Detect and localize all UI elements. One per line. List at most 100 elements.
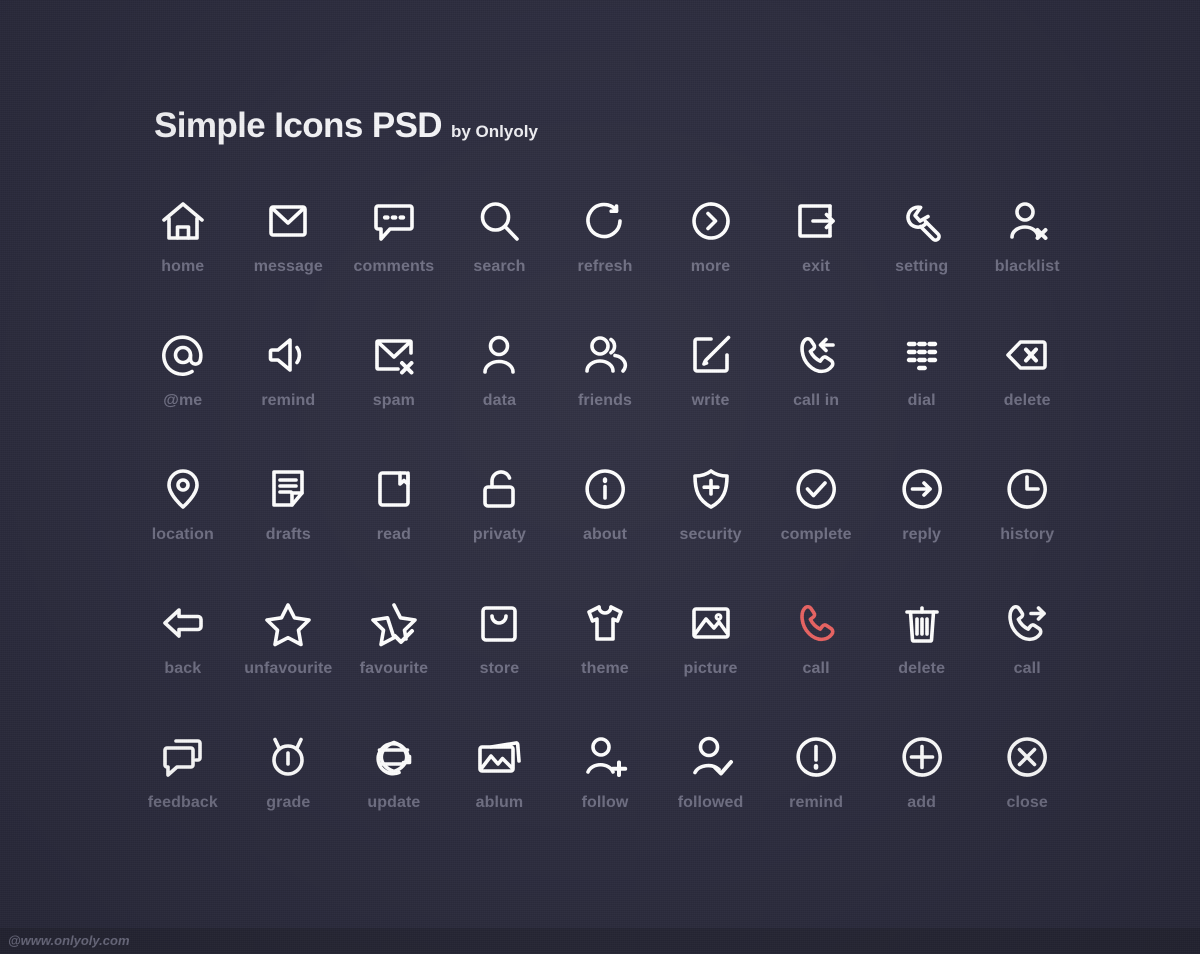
keypad-icon[interactable]	[898, 324, 946, 386]
icon-cell-call[interactable]: call	[763, 592, 869, 726]
pencil-square-icon[interactable]	[687, 324, 735, 386]
exit-arrow-box-icon[interactable]	[792, 190, 840, 252]
icon-cell-write[interactable]: write	[658, 324, 764, 458]
info-circle-icon[interactable]	[581, 458, 629, 520]
icon-cell-home[interactable]: home	[130, 190, 236, 324]
icon-label: comments	[353, 258, 435, 275]
icon-cell-friends[interactable]: friends	[552, 324, 658, 458]
star-icon[interactable]	[264, 592, 312, 654]
icon-label: picture	[683, 660, 738, 677]
icon-cell-setting[interactable]: setting	[869, 190, 975, 324]
backspace-icon[interactable]	[1003, 324, 1051, 386]
person-icon[interactable]	[475, 324, 523, 386]
icon-cell-ablum[interactable]: ablum	[447, 726, 553, 860]
icon-label: location	[151, 526, 214, 543]
icon-cell-delete[interactable]: delete	[869, 592, 975, 726]
chevron-right-circle-icon[interactable]	[687, 190, 735, 252]
icon-cell-complete[interactable]: complete	[763, 458, 869, 592]
people-icon[interactable]	[581, 324, 629, 386]
icon-cell--me[interactable]: @me	[130, 324, 236, 458]
icon-cell-call-in[interactable]: call in	[763, 324, 869, 458]
alarm-clock-icon[interactable]	[264, 726, 312, 788]
exclamation-circle-icon[interactable]	[792, 726, 840, 788]
icon-cell-location[interactable]: location	[130, 458, 236, 592]
phone-incoming-icon[interactable]	[792, 324, 840, 386]
back-arrow-icon[interactable]	[159, 592, 207, 654]
globe-refresh-icon[interactable]	[370, 726, 418, 788]
speaker-icon[interactable]	[264, 324, 312, 386]
icon-cell-store[interactable]: store	[447, 592, 553, 726]
icon-cell-privaty[interactable]: privaty	[447, 458, 553, 592]
shield-plus-icon[interactable]	[687, 458, 735, 520]
icon-cell-update[interactable]: update	[341, 726, 447, 860]
icon-cell-search[interactable]: search	[447, 190, 553, 324]
envelope-icon[interactable]	[264, 190, 312, 252]
double-chat-icon[interactable]	[159, 726, 207, 788]
icon-label: call in	[793, 392, 840, 409]
document-lines-icon[interactable]	[264, 458, 312, 520]
icon-cell-comments[interactable]: comments	[341, 190, 447, 324]
icon-label: setting	[895, 258, 949, 275]
icon-cell-spam[interactable]: spam	[341, 324, 447, 458]
icon-cell-about[interactable]: about	[552, 458, 658, 592]
icon-cell-call[interactable]: call	[974, 592, 1080, 726]
icon-cell-delete[interactable]: delete	[974, 324, 1080, 458]
person-plus-icon[interactable]	[581, 726, 629, 788]
icon-cell-back[interactable]: back	[130, 592, 236, 726]
at-sign-icon[interactable]	[159, 324, 207, 386]
icon-cell-security[interactable]: security	[658, 458, 764, 592]
icon-cell-unfavourite[interactable]: unfavourite	[236, 592, 342, 726]
icon-cell-follow[interactable]: follow	[552, 726, 658, 860]
home-icon[interactable]	[159, 190, 207, 252]
clock-icon[interactable]	[1003, 458, 1051, 520]
icon-cell-more[interactable]: more	[658, 190, 764, 324]
x-circle-icon[interactable]	[1003, 726, 1051, 788]
icon-cell-followed[interactable]: followed	[658, 726, 764, 860]
arrow-right-circle-icon[interactable]	[898, 458, 946, 520]
person-check-icon[interactable]	[687, 726, 735, 788]
phone-icon[interactable]	[792, 592, 840, 654]
icon-cell-close[interactable]: close	[974, 726, 1080, 860]
icon-label: followed	[677, 794, 744, 811]
icon-cell-favourite[interactable]: favourite	[341, 592, 447, 726]
envelope-x-icon[interactable]	[370, 324, 418, 386]
icon-cell-message[interactable]: message	[236, 190, 342, 324]
icon-cell-theme[interactable]: theme	[552, 592, 658, 726]
icon-cell-dial[interactable]: dial	[869, 324, 975, 458]
plus-circle-icon[interactable]	[898, 726, 946, 788]
page-byline: by Onlyoly	[451, 122, 538, 141]
unlock-icon[interactable]	[475, 458, 523, 520]
icon-cell-refresh[interactable]: refresh	[552, 190, 658, 324]
icon-cell-exit[interactable]: exit	[763, 190, 869, 324]
refresh-arrow-icon[interactable]	[581, 190, 629, 252]
phone-outgoing-icon[interactable]	[1003, 592, 1051, 654]
icon-label: about	[582, 526, 628, 543]
check-circle-icon[interactable]	[792, 458, 840, 520]
icon-cell-feedback[interactable]: feedback	[130, 726, 236, 860]
icon-cell-remind[interactable]: remind	[236, 324, 342, 458]
icon-cell-history[interactable]: history	[974, 458, 1080, 592]
book-bookmark-icon[interactable]	[370, 458, 418, 520]
icon-cell-data[interactable]: data	[447, 324, 553, 458]
tshirt-icon[interactable]	[581, 592, 629, 654]
icon-cell-blacklist[interactable]: blacklist	[974, 190, 1080, 324]
icon-cell-read[interactable]: read	[341, 458, 447, 592]
magnifier-icon[interactable]	[475, 190, 523, 252]
icon-cell-picture[interactable]: picture	[658, 592, 764, 726]
map-pin-icon[interactable]	[159, 458, 207, 520]
person-x-icon[interactable]	[1003, 190, 1051, 252]
icon-cell-grade[interactable]: grade	[236, 726, 342, 860]
shopping-bag-icon[interactable]	[475, 592, 523, 654]
wrench-icon[interactable]	[898, 190, 946, 252]
icon-label: spam	[372, 392, 415, 409]
icon-label: complete	[780, 526, 852, 543]
stacked-images-icon[interactable]	[475, 726, 523, 788]
icon-cell-drafts[interactable]: drafts	[236, 458, 342, 592]
trash-icon[interactable]	[898, 592, 946, 654]
icon-cell-remind[interactable]: remind	[763, 726, 869, 860]
star-check-icon[interactable]	[370, 592, 418, 654]
icon-cell-add[interactable]: add	[869, 726, 975, 860]
image-icon[interactable]	[687, 592, 735, 654]
speech-bubble-dots-icon[interactable]	[370, 190, 418, 252]
icon-cell-reply[interactable]: reply	[869, 458, 975, 592]
